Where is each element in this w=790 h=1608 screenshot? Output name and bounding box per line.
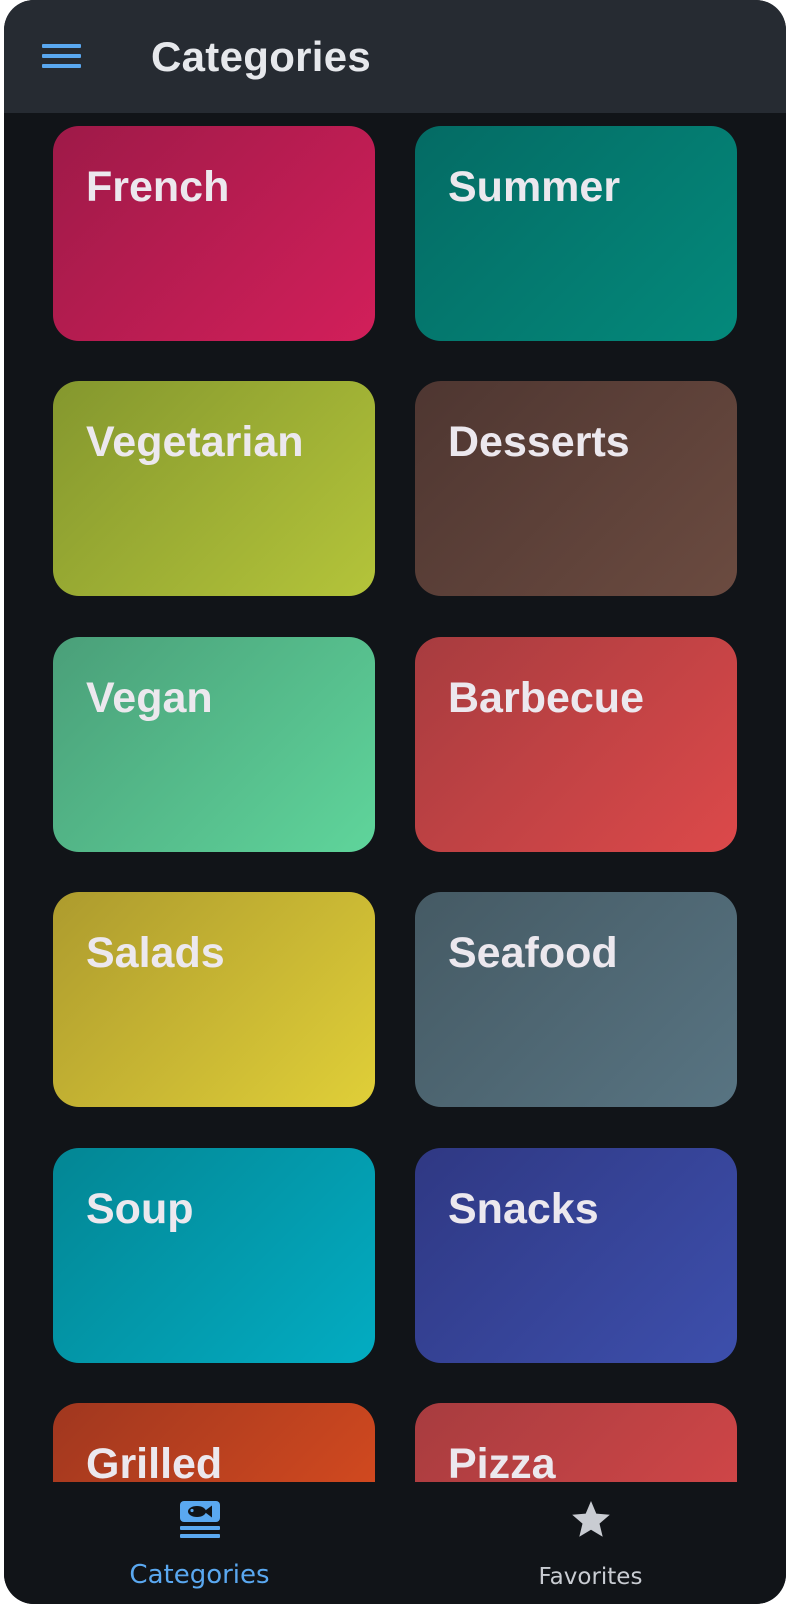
category-tile-seafood[interactable]: Seafood [415, 892, 737, 1107]
category-label: Summer [448, 163, 621, 211]
category-label: Seafood [448, 929, 618, 977]
category-tile-snacks[interactable]: Snacks [415, 1148, 737, 1363]
category-label: Grilled [86, 1440, 223, 1482]
category-label: Desserts [448, 418, 630, 466]
nav-item-favorites[interactable]: Favorites [395, 1482, 786, 1604]
category-tile-salads[interactable]: Salads [53, 892, 375, 1107]
category-tile-french[interactable]: French [53, 126, 375, 341]
bottom-navigation: Categories Favorites [4, 1482, 786, 1604]
category-label: Soup [86, 1185, 194, 1233]
hamburger-menu-icon[interactable] [42, 40, 82, 72]
category-tile-soup[interactable]: Soup [53, 1148, 375, 1363]
category-label: Vegetarian [86, 418, 304, 466]
nav-label-categories: Categories [129, 1560, 270, 1590]
category-tile-grilled[interactable]: Grilled [53, 1403, 375, 1482]
category-tile-desserts[interactable]: Desserts [415, 381, 737, 596]
category-grid: French Summer Vegetarian Desserts Vegan … [4, 113, 786, 1482]
category-label: Vegan [86, 674, 213, 722]
category-label: Salads [86, 929, 225, 977]
page-title: Categories [151, 33, 372, 80]
category-tile-summer[interactable]: Summer [415, 126, 737, 341]
nav-item-categories[interactable]: Categories [4, 1482, 395, 1604]
app-bar: Categories [4, 0, 786, 113]
nav-label-favorites: Favorites [538, 1564, 643, 1590]
category-tile-barbecue[interactable]: Barbecue [415, 637, 737, 852]
category-label: Barbecue [448, 674, 644, 722]
category-label: French [86, 163, 230, 211]
category-tile-vegan[interactable]: Vegan [53, 637, 375, 852]
category-label: Pizza [448, 1440, 556, 1482]
category-tile-pizza[interactable]: Pizza [415, 1403, 737, 1482]
category-label: Snacks [448, 1185, 599, 1233]
category-tile-vegetarian[interactable]: Vegetarian [53, 381, 375, 596]
fish-dish-icon [179, 1500, 221, 1545]
app-screen: Categories French Summer Vegetarian Dess… [4, 0, 786, 1604]
star-icon [570, 1500, 612, 1545]
